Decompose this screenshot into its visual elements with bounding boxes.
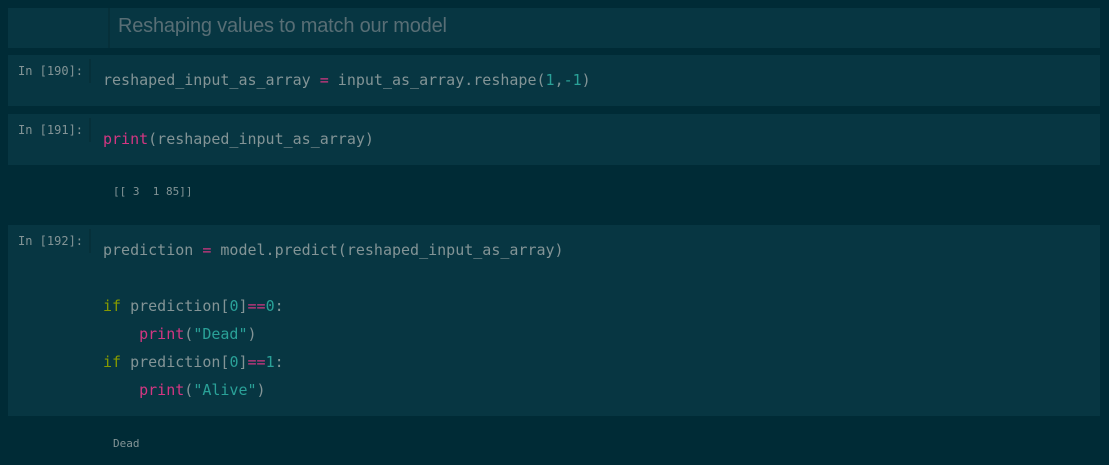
cell-input-bar (89, 59, 91, 83)
code-input[interactable]: reshaped_input_as_array = input_as_array… (103, 66, 591, 94)
code-token: ] (238, 353, 248, 371)
cell-output-191: [[ 3 1 85]] (113, 185, 193, 198)
code-cell-192[interactable]: In [192]: prediction = model.predict(res… (8, 225, 1100, 416)
code-token: : (274, 297, 284, 315)
code-token: ( (184, 381, 194, 399)
code-token: print (139, 325, 185, 343)
markdown-heading: Reshaping values to match our model (118, 15, 447, 37)
code-line: if prediction[0]==0: (103, 292, 564, 320)
code-token: , (554, 71, 564, 89)
markdown-cell[interactable]: Reshaping values to match our model (8, 8, 1100, 48)
code-token: == (247, 353, 266, 371)
code-token: 0 (265, 297, 275, 315)
code-line: print("Dead") (103, 320, 564, 348)
code-token: == (247, 297, 266, 315)
code-line: print("Alive") (103, 376, 564, 404)
code-line: if prediction[0]==1: (103, 348, 564, 376)
code-token: if (103, 353, 122, 371)
code-token: prediction[ (121, 297, 230, 315)
code-token: ) (256, 381, 266, 399)
code-line: reshaped_input_as_array = input_as_array… (103, 66, 591, 94)
markdown-cell-bar (108, 8, 110, 48)
code-token: 1 (265, 353, 275, 371)
code-token: ] (238, 297, 248, 315)
code-token: ) (247, 325, 257, 343)
code-token: print (103, 130, 149, 148)
cell-input-bar (89, 118, 91, 142)
code-cell-191[interactable]: In [191]: print(reshaped_input_as_array) (8, 114, 1100, 165)
code-cell-190[interactable]: In [190]: reshaped_input_as_array = inpu… (8, 55, 1100, 106)
code-token: print (139, 381, 185, 399)
code-token: if (103, 297, 122, 315)
code-token: : (274, 353, 284, 371)
code-token: (reshaped_input_as_array) (148, 130, 374, 148)
code-line: print(reshaped_input_as_array) (103, 125, 374, 153)
code-token: model.predict(reshaped_input_as_array) (211, 241, 564, 259)
cell-prompt: In [190]: (18, 64, 84, 78)
code-token: "Alive" (193, 381, 257, 399)
code-token: "Dead" (193, 325, 248, 343)
code-line: prediction = model.predict(reshaped_inpu… (103, 236, 564, 264)
cell-prompt: In [191]: (18, 123, 84, 137)
code-token: ( (184, 325, 194, 343)
code-input[interactable]: prediction = model.predict(reshaped_inpu… (103, 236, 564, 404)
code-token: input_as_array.reshape( (328, 71, 546, 89)
code-input[interactable]: print(reshaped_input_as_array) (103, 125, 374, 153)
code-token: prediction[ (121, 353, 230, 371)
code-token: ) (581, 71, 591, 89)
code-token: 1 (545, 71, 555, 89)
code-token: prediction (103, 241, 203, 259)
cell-output-192: Dead (113, 437, 140, 450)
code-token: reshaped_input_as_array (103, 71, 320, 89)
cell-prompt: In [192]: (18, 234, 84, 248)
cell-input-bar (89, 229, 91, 253)
code-token: = (319, 71, 329, 89)
code-token: -1 (563, 71, 582, 89)
